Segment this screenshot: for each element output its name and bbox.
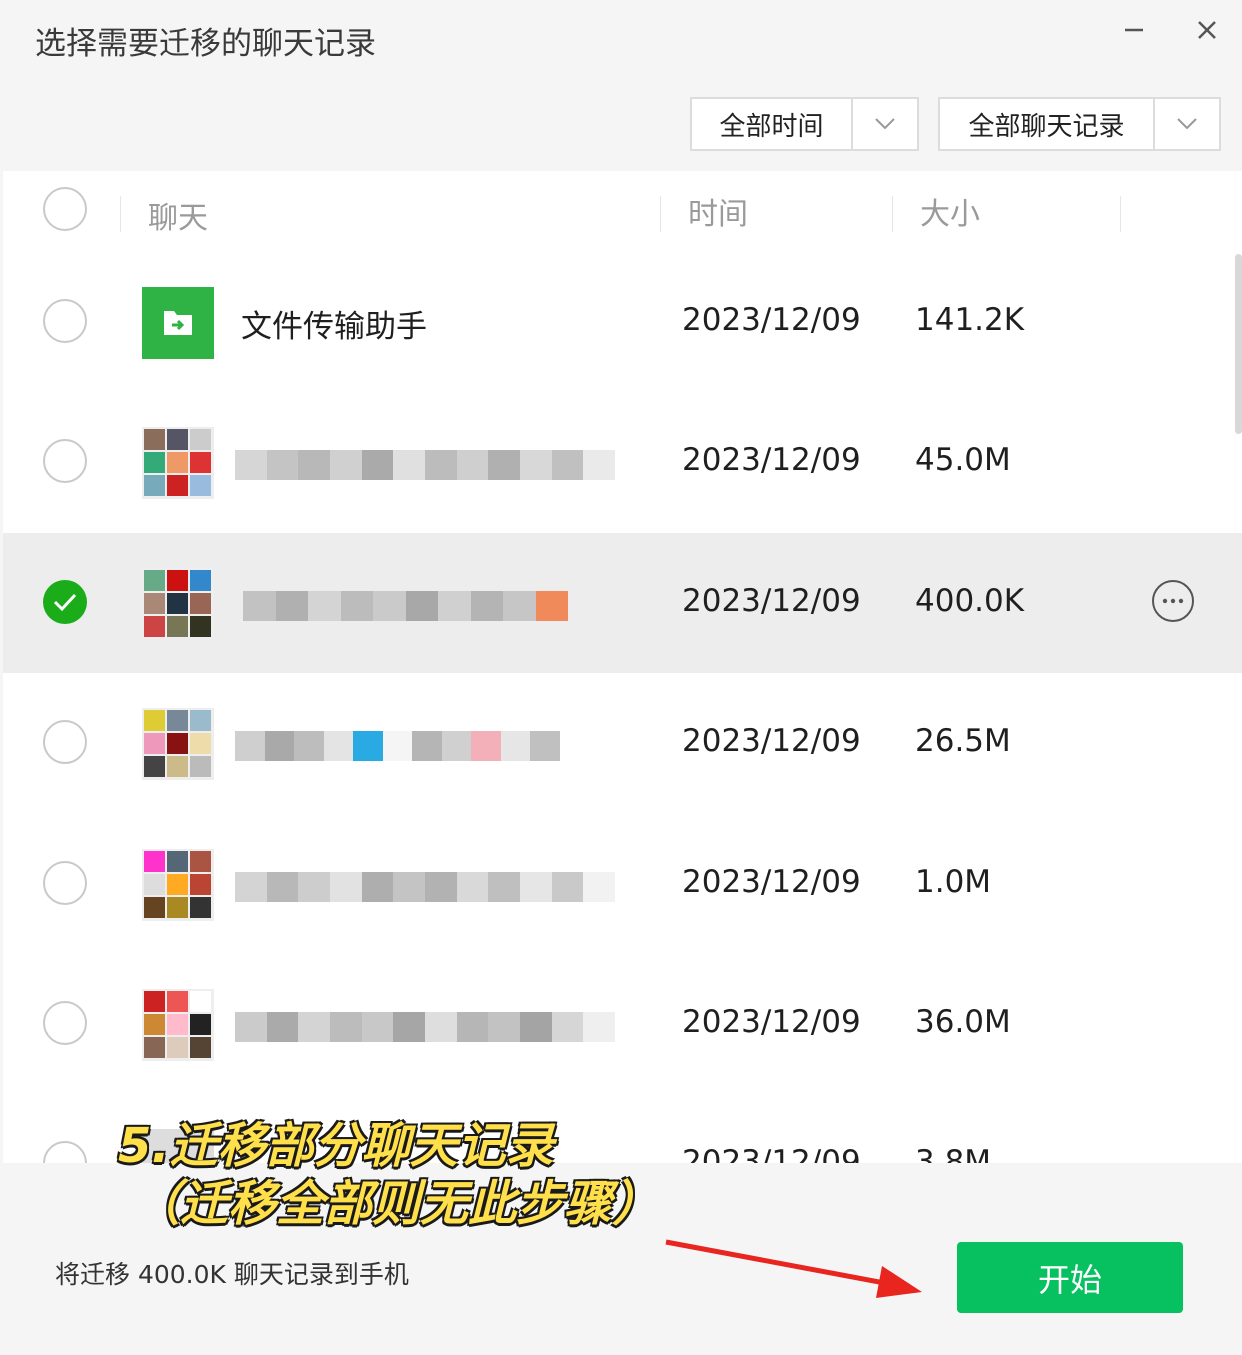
chat-time: 2023/12/09 bbox=[682, 1004, 861, 1040]
table-row[interactable]: 2023/12/09 400.0K bbox=[3, 533, 1242, 673]
group-avatar bbox=[142, 989, 214, 1061]
column-divider bbox=[120, 196, 121, 232]
more-options-icon bbox=[1152, 580, 1194, 622]
chat-name: 文件传输助手 bbox=[241, 309, 427, 345]
chat-list: 聊天 时间 大小 文件传输助手 2023/12/09 141.2K 2023/1… bbox=[3, 171, 1242, 1163]
chat-time: 2023/12/09 bbox=[682, 442, 861, 478]
blurred-chat-name bbox=[235, 450, 616, 480]
annotation-line-1: 5.迁移部分聊天记录 bbox=[118, 1118, 554, 1174]
chat-time: 2023/12/09 bbox=[682, 583, 861, 619]
table-row[interactable]: 2023/12/09 26.5M bbox=[3, 673, 1242, 813]
chat-time: 2023/12/09 bbox=[682, 864, 861, 900]
row-checkbox[interactable] bbox=[43, 299, 87, 343]
blurred-chat-name bbox=[235, 872, 616, 902]
row-checkbox[interactable] bbox=[43, 861, 87, 905]
chat-type-filter-dropdown[interactable]: 全部聊天记录 bbox=[938, 97, 1221, 151]
chat-size: 141.2K bbox=[915, 302, 1025, 338]
chat-size: 26.5M bbox=[915, 723, 1011, 759]
column-header-size: 大小 bbox=[920, 197, 980, 232]
dialog-title: 选择需要迁移的聊天记录 bbox=[35, 26, 376, 62]
chat-time: 2023/12/09 bbox=[682, 1144, 861, 1163]
row-checkbox[interactable] bbox=[43, 1141, 87, 1163]
list-scrollbar[interactable] bbox=[1235, 254, 1242, 434]
group-avatar bbox=[142, 427, 214, 499]
close-icon bbox=[1198, 21, 1216, 39]
row-checkbox-checked[interactable] bbox=[43, 580, 87, 624]
group-avatar bbox=[142, 708, 214, 780]
chevron-down-icon bbox=[853, 99, 917, 149]
group-avatar bbox=[142, 568, 214, 640]
blurred-chat-name bbox=[235, 1012, 616, 1042]
chat-type-filter-label: 全部聊天记录 bbox=[940, 99, 1155, 149]
chat-time: 2023/12/09 bbox=[682, 723, 861, 759]
annotation-line-2: （迁移全部则无此步骤） bbox=[132, 1176, 661, 1232]
table-row[interactable]: 2023/12/09 1.0M bbox=[3, 814, 1242, 954]
chat-size: 1.0M bbox=[915, 864, 992, 900]
blurred-chat-name bbox=[243, 591, 568, 621]
migration-summary: 将迁移 400.0K 聊天记录到手机 bbox=[55, 1260, 409, 1289]
blurred-chat-name bbox=[235, 731, 561, 761]
chat-size: 400.0K bbox=[915, 583, 1025, 619]
table-row[interactable]: 2023/12/09 36.0M bbox=[3, 954, 1242, 1094]
file-transfer-icon bbox=[142, 287, 214, 359]
column-divider bbox=[660, 196, 661, 232]
close-button[interactable] bbox=[1185, 8, 1229, 52]
time-filter-dropdown[interactable]: 全部时间 bbox=[690, 97, 919, 151]
table-row[interactable]: 文件传输助手 2023/12/09 141.2K bbox=[3, 252, 1242, 392]
group-avatar bbox=[142, 849, 214, 921]
chat-size: 3.8M bbox=[915, 1144, 992, 1163]
tutorial-annotation: 5.迁移部分聊天记录 （迁移全部则无此步骤） bbox=[118, 1117, 660, 1233]
row-checkbox[interactable] bbox=[43, 439, 87, 483]
row-checkbox[interactable] bbox=[43, 1001, 87, 1045]
checkmark-icon bbox=[53, 593, 77, 612]
chat-size: 36.0M bbox=[915, 1004, 1011, 1040]
list-header: 聊天 时间 大小 bbox=[3, 171, 1242, 251]
select-all-checkbox[interactable] bbox=[43, 187, 87, 231]
chat-time: 2023/12/09 bbox=[682, 302, 861, 338]
minimize-icon bbox=[1125, 28, 1143, 32]
column-header-time: 时间 bbox=[688, 197, 748, 232]
minimize-button[interactable] bbox=[1112, 8, 1156, 52]
column-header-chat: 聊天 bbox=[148, 201, 208, 236]
red-arrow-icon bbox=[665, 1239, 922, 1298]
column-divider bbox=[892, 196, 893, 232]
more-options-button[interactable] bbox=[1151, 579, 1195, 623]
chevron-down-icon bbox=[1155, 99, 1219, 149]
table-row[interactable]: 2023/12/09 45.0M bbox=[3, 392, 1242, 532]
column-divider bbox=[1120, 196, 1121, 232]
migrate-chat-dialog: 选择需要迁移的聊天记录 全部时间 全部聊天记录 聊天 时间 大小 文件传输助手 … bbox=[0, 0, 1242, 1355]
row-checkbox[interactable] bbox=[43, 720, 87, 764]
time-filter-label: 全部时间 bbox=[692, 99, 853, 149]
start-button[interactable]: 开始 bbox=[957, 1242, 1183, 1313]
chat-size: 45.0M bbox=[915, 442, 1011, 478]
